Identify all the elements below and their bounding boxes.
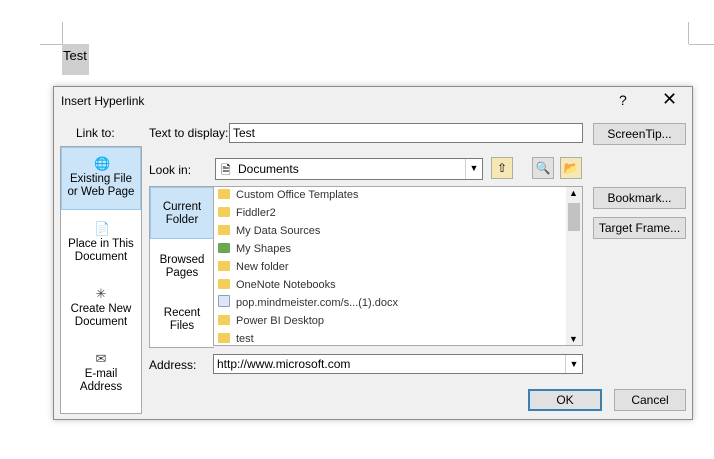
folder-icon [218,225,230,235]
insert-hyperlink-dialog: Insert Hyperlink ? ✕ Link to: 🌐 Existing… [53,86,693,420]
crop-mark-right-horizontal [689,44,714,45]
link-to-label: Link to: [76,126,115,140]
side-item-current-folder[interactable]: Current Folder [150,187,214,239]
side-item-browsed-pages[interactable]: Browsed Pages [150,254,214,280]
ok-button[interactable]: OK [528,389,602,411]
side-item-recent-files[interactable]: Recent Files [150,307,214,333]
scroll-up-icon[interactable]: ▲ [569,188,578,198]
dialog-title: Insert Hyperlink [61,94,145,108]
look-in-label: Look in: [149,163,192,177]
list-item[interactable]: Power BI Desktop [218,313,324,330]
text-to-display-label: Text to display: [149,126,229,140]
link-place-in-this-document[interactable]: 📄 Place in This Document [61,222,141,264]
chevron-down-icon[interactable]: ▼ [565,355,582,373]
up-folder-icon[interactable]: ⇧ [491,157,513,179]
file-list[interactable]: Custom Office Templates Fiddler2 My Data… [213,186,583,346]
link-email-address[interactable]: ✉ E-mail Address [61,352,141,394]
list-item[interactable]: New folder [218,259,289,276]
file-list-scrollbar[interactable]: ▲ ▼ [566,187,582,345]
list-item[interactable]: Fiddler2 [218,205,276,222]
target-frame-button[interactable]: Target Frame... [593,217,686,239]
bookmark-button[interactable]: Bookmark... [593,187,686,209]
list-item[interactable]: OneNote Notebooks [218,277,336,294]
link-create-new-document[interactable]: ✳ Create New Document [61,287,141,329]
folder-icon [218,189,230,199]
document-selected-text[interactable]: Test [62,44,89,75]
folder-icon [218,261,230,271]
list-item[interactable]: My Data Sources [218,223,320,240]
address-combo[interactable]: http://www.microsoft.com ▼ [213,354,583,374]
cancel-button[interactable]: Cancel [614,389,686,411]
address-value[interactable]: http://www.microsoft.com [217,357,350,371]
folder-icon [218,315,230,325]
crop-mark-left-horizontal [40,44,62,45]
email-icon: ✉ [95,351,107,366]
address-label: Address: [149,358,197,372]
folder-icon [218,333,230,343]
shapes-folder-icon [218,243,230,253]
scroll-down-icon[interactable]: ▼ [569,334,578,344]
crop-mark-right-vertical [688,22,689,44]
link-to-bar: 🌐 Existing File or Web Page 📄 Place in T… [60,146,142,414]
help-button[interactable]: ? [619,92,627,108]
browse-web-icon[interactable]: 🔍 [532,157,554,179]
file-icon [218,295,230,307]
side-list: Current Folder Browsed Pages Recent File… [149,186,214,348]
text-to-display-input[interactable]: Test [229,123,583,143]
crop-mark-left-vertical [62,22,63,44]
list-item[interactable]: test [218,331,254,345]
screentip-button[interactable]: ScreenTip... [593,123,686,145]
list-item[interactable]: Custom Office Templates [218,187,358,204]
list-item[interactable]: pop.mindmeister.com/s...(1).docx [218,295,398,312]
folder-icon [218,207,230,217]
list-item[interactable]: My Shapes [218,241,291,258]
look-in-combo[interactable]: 🗎 Documents ▼ [215,158,483,180]
document-bookmark-icon: 📄 [94,221,111,236]
link-existing-file-or-web-page[interactable]: 🌐 Existing File or Web Page [61,147,141,210]
look-in-value: Documents [238,162,299,176]
globe-file-icon: 🌐 [94,156,111,171]
documents-folder-icon: 🗎 [221,163,231,177]
new-document-icon: ✳ [95,286,107,301]
chevron-down-icon[interactable]: ▼ [465,159,482,179]
scroll-thumb[interactable] [568,203,580,231]
browse-file-icon[interactable]: 📂 [560,157,582,179]
folder-icon [218,279,230,289]
close-button[interactable]: ✕ [662,89,677,110]
